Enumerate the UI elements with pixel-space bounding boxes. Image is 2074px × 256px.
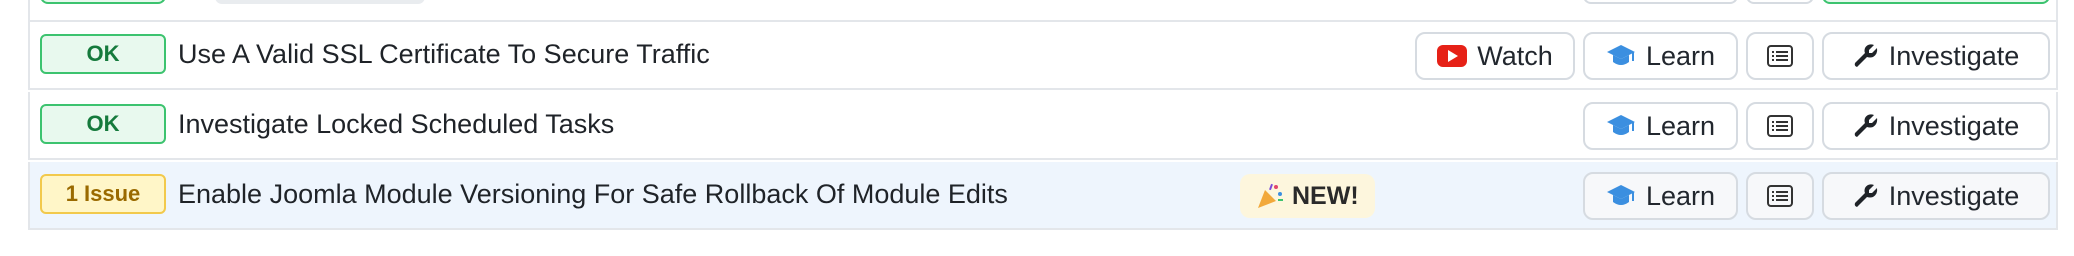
- action-button-partial[interactable]: [1822, 0, 2050, 4]
- investigate-label: Investigate: [1888, 110, 2020, 141]
- status-badge: OK: [40, 104, 166, 144]
- details-button[interactable]: [1746, 172, 1814, 220]
- wrench-icon: [1854, 114, 1877, 137]
- list-item: OK Investigate Locked Scheduled Tasks Le…: [28, 92, 2058, 160]
- graduation-cap-icon: [1606, 185, 1635, 205]
- investigate-label: Investigate: [1888, 40, 2020, 71]
- status-badge: OK: [40, 34, 166, 74]
- status-badge: 1 Issue: [40, 174, 166, 214]
- list-button-partial[interactable]: [1746, 0, 1814, 4]
- learn-button[interactable]: Learn: [1583, 102, 1738, 150]
- investigate-button[interactable]: Investigate: [1822, 32, 2050, 80]
- investigate-button[interactable]: Investigate: [1822, 102, 2050, 150]
- list-item-partial: [28, 0, 2058, 22]
- list-item: 1 Issue Enable Joomla Module Versioning …: [28, 162, 2058, 230]
- details-button[interactable]: [1746, 102, 1814, 150]
- learn-button[interactable]: Learn: [1583, 172, 1738, 220]
- partial-tag: [215, 0, 425, 4]
- learn-button-partial[interactable]: [1583, 0, 1738, 4]
- learn-button[interactable]: Learn: [1583, 32, 1738, 80]
- youtube-icon: [1437, 45, 1468, 67]
- graduation-cap-icon: [1606, 45, 1635, 65]
- status-badge-partial: [40, 0, 166, 4]
- wrench-icon: [1854, 184, 1877, 207]
- new-badge: NEW!: [1240, 174, 1375, 218]
- check-title: Investigate Locked Scheduled Tasks: [178, 108, 615, 139]
- check-title: Use A Valid SSL Certificate To Secure Tr…: [178, 38, 710, 69]
- new-badge-label: NEW!: [1292, 181, 1359, 210]
- investigate-label: Investigate: [1888, 180, 2020, 211]
- investigate-button[interactable]: Investigate: [1822, 172, 2050, 220]
- wrench-icon: [1854, 44, 1877, 67]
- watch-label: Watch: [1477, 40, 1553, 71]
- list-icon: [1767, 115, 1793, 137]
- party-popper-icon: [1258, 183, 1283, 208]
- learn-label: Learn: [1645, 110, 1716, 141]
- list-item: OK Use A Valid SSL Certificate To Secure…: [28, 22, 2058, 90]
- learn-label: Learn: [1645, 180, 1716, 211]
- learn-label: Learn: [1645, 40, 1716, 71]
- list-icon: [1767, 45, 1793, 67]
- check-title: Enable Joomla Module Versioning For Safe…: [178, 178, 1008, 209]
- graduation-cap-icon: [1606, 115, 1635, 135]
- watch-button[interactable]: Watch: [1415, 32, 1575, 80]
- checks-list: OK Use A Valid SSL Certificate To Secure…: [28, 0, 2058, 232]
- list-icon: [1767, 185, 1793, 207]
- details-button[interactable]: [1746, 32, 1814, 80]
